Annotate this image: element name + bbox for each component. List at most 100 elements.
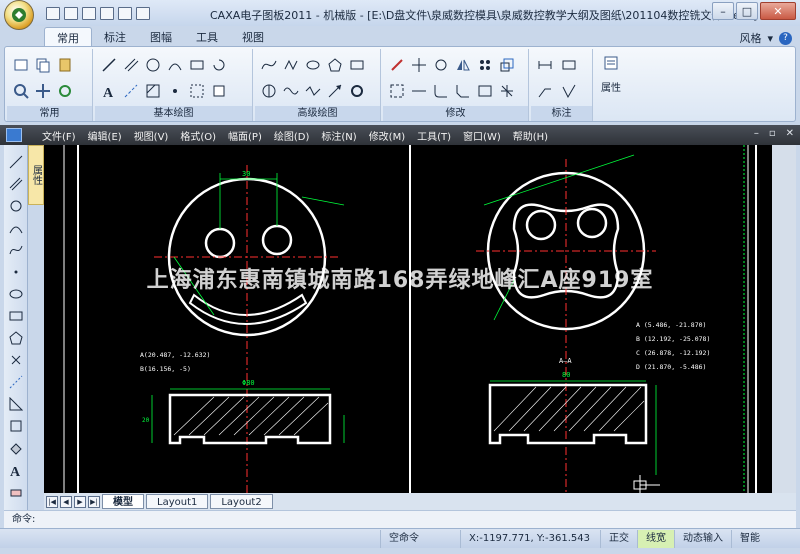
point-icon[interactable] <box>165 81 185 100</box>
menu-view[interactable]: 视图(V) <box>128 128 175 143</box>
delete-icon[interactable] <box>387 55 407 74</box>
arc-icon[interactable] <box>165 55 185 74</box>
menu-modify[interactable]: 修改(M) <box>363 128 411 143</box>
prev-tab-button[interactable]: ◀ <box>60 495 72 508</box>
centerline-icon[interactable] <box>121 81 141 100</box>
first-tab-button[interactable]: |◀ <box>46 495 58 508</box>
close-button[interactable]: ✕ <box>760 2 796 20</box>
parallel-line-icon[interactable] <box>121 55 141 74</box>
tab-layout2[interactable]: Layout2 <box>210 494 273 509</box>
undo-icon[interactable] <box>118 6 132 20</box>
arrow-icon[interactable] <box>325 81 345 100</box>
tolerance-icon[interactable] <box>559 55 579 74</box>
block-icon[interactable] <box>209 81 229 100</box>
doc-minimize-button[interactable]: – <box>754 128 759 139</box>
properties-label[interactable]: 属性 <box>595 79 627 94</box>
document-icon[interactable] <box>6 128 22 142</box>
rectangle-tool-icon[interactable] <box>7 307 25 324</box>
next-tab-button[interactable]: ▶ <box>74 495 86 508</box>
circle-icon[interactable] <box>143 55 163 74</box>
arc-tool-icon[interactable] <box>7 219 25 236</box>
rectangle-icon[interactable] <box>187 55 207 74</box>
ellipse-icon[interactable] <box>303 55 323 74</box>
dropdown-arrow-icon[interactable]: ▾ <box>767 32 773 45</box>
polyline-icon[interactable] <box>281 55 301 74</box>
vertical-scrollbar[interactable] <box>772 145 796 493</box>
gear-icon[interactable] <box>347 81 367 100</box>
text-icon[interactable]: A <box>99 81 119 100</box>
refresh-icon[interactable] <box>55 81 75 100</box>
last-tab-button[interactable]: ▶| <box>88 495 100 508</box>
menu-tools[interactable]: 工具(T) <box>411 128 457 143</box>
menu-format[interactable]: 格式(O) <box>174 128 222 143</box>
explode-icon[interactable] <box>497 81 517 100</box>
move-icon[interactable] <box>409 55 429 74</box>
menu-annotate[interactable]: 标注(N) <box>315 128 362 143</box>
centerline-tool-icon[interactable] <box>7 351 25 368</box>
menu-edit[interactable]: 编辑(E) <box>82 128 128 143</box>
equidistant-tool-icon[interactable] <box>7 373 25 390</box>
toggle-dynamic-input[interactable]: 动态输入 <box>674 529 731 548</box>
tab-model[interactable]: 模型 <box>102 494 144 509</box>
eraser-tool-icon[interactable] <box>7 483 25 500</box>
grid-icon[interactable] <box>187 81 207 100</box>
spline-icon[interactable] <box>259 55 279 74</box>
dimension-icon[interactable] <box>535 55 555 74</box>
paste-icon[interactable] <box>55 55 75 74</box>
menu-draw[interactable]: 绘图(D) <box>268 128 316 143</box>
polygon-tool-icon[interactable] <box>7 329 25 346</box>
doc-close-button[interactable]: ✕ <box>786 128 794 139</box>
drawing-canvas[interactable]: 30 A(20.487, -12.632) B(16.156, -5) Φ80 … <box>44 145 772 493</box>
copy-select-icon[interactable] <box>431 55 451 74</box>
wave-icon[interactable] <box>281 81 301 100</box>
toggle-lineweight[interactable]: 线宽 <box>637 529 674 548</box>
menu-sheet[interactable]: 幅面(P) <box>222 128 268 143</box>
zoom-icon[interactable] <box>11 81 31 100</box>
hatch-icon[interactable] <box>143 81 163 100</box>
roughness-icon[interactable] <box>559 81 579 100</box>
chamfer-icon[interactable] <box>453 81 473 100</box>
doc-restore-button[interactable]: ▫ <box>769 128 776 139</box>
print-icon[interactable] <box>100 6 114 20</box>
maximize-button[interactable]: □ <box>736 2 758 20</box>
fill-tool-icon[interactable] <box>7 439 25 456</box>
fillet-icon[interactable] <box>431 81 451 100</box>
menu-window[interactable]: 窗口(W) <box>457 128 507 143</box>
minimize-button[interactable]: – <box>712 2 734 20</box>
break-icon[interactable] <box>303 81 323 100</box>
redo-icon[interactable] <box>136 6 150 20</box>
layer-icon[interactable] <box>11 55 31 74</box>
circle-tool-icon[interactable] <box>7 197 25 214</box>
block-tool-icon[interactable] <box>7 417 25 434</box>
parallel-tool-icon[interactable] <box>7 175 25 192</box>
rotate-icon[interactable] <box>209 55 229 74</box>
hole-icon[interactable] <box>259 81 279 100</box>
text-tool-icon[interactable]: A <box>7 461 25 478</box>
spline-tool-icon[interactable] <box>7 241 25 258</box>
menu-help[interactable]: 帮助(H) <box>507 128 554 143</box>
toggle-smart[interactable]: 智能 <box>731 529 768 548</box>
properties-icon[interactable] <box>601 53 621 72</box>
toggle-ortho[interactable]: 正交 <box>600 529 637 548</box>
style-menu[interactable]: 风格 <box>739 30 761 46</box>
doubleline-icon[interactable] <box>347 55 367 74</box>
open-folder-icon[interactable] <box>64 6 78 20</box>
pan-icon[interactable] <box>33 81 53 100</box>
break-line-icon[interactable] <box>475 81 495 100</box>
array-icon[interactable] <box>475 55 495 74</box>
tab-view[interactable]: 视图 <box>230 27 276 46</box>
properties-side-tab[interactable]: 属性 <box>28 145 44 205</box>
tab-annotate[interactable]: 标注 <box>92 27 138 46</box>
save-icon[interactable] <box>82 6 96 20</box>
tab-tools[interactable]: 工具 <box>184 27 230 46</box>
line-tool-icon[interactable] <box>7 153 25 170</box>
line-icon[interactable] <box>99 55 119 74</box>
tab-sheet[interactable]: 图幅 <box>138 27 184 46</box>
mirror-icon[interactable] <box>453 55 473 74</box>
tab-layout1[interactable]: Layout1 <box>146 494 209 509</box>
polygon-icon[interactable] <box>325 55 345 74</box>
leader-icon[interactable] <box>535 81 555 100</box>
scale-icon[interactable] <box>497 55 517 74</box>
menu-file[interactable]: 文件(F) <box>36 128 82 143</box>
help-icon[interactable]: ? <box>779 31 792 45</box>
